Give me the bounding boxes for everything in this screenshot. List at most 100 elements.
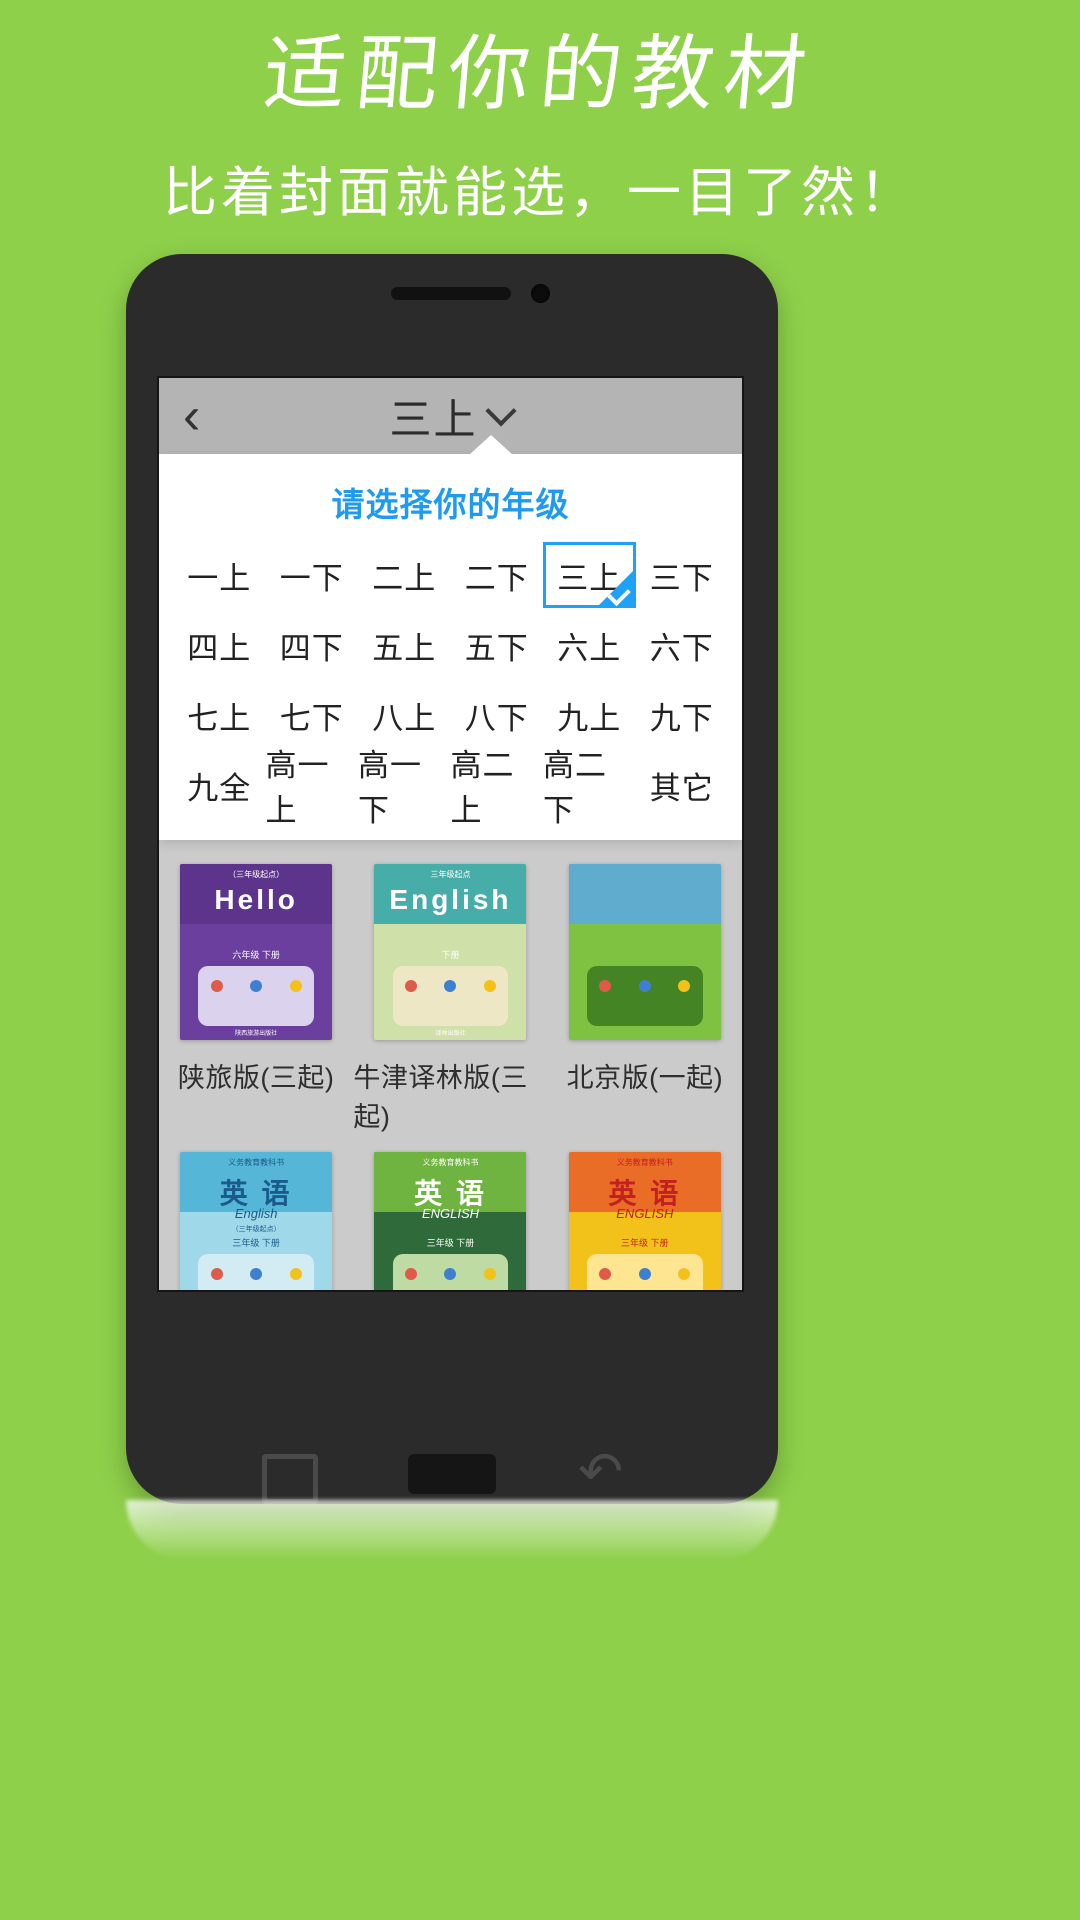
- grade-cell-六上[interactable]: 六上: [543, 612, 636, 678]
- textbook-label: 北京版(一起): [566, 1063, 724, 1093]
- cover-figure: [210, 980, 223, 993]
- grade-grid: 一上 一下 二上 二下 三上 三下 四上 四下 五上 五下 六上 六下 七上 七下 八上 八下 九上 九下 九全 高一…: [159, 542, 742, 828]
- grade-cell-高一下[interactable]: 高一下: [358, 748, 451, 828]
- grade-label: 九上: [557, 700, 622, 736]
- dropdown-title: 请选择你的年级: [331, 486, 570, 523]
- textbook-row: （三年级起点） Hello 六年级 下册 陕西旅游出版社 陕旅版(三起) 三年级起点 Eng…: [159, 850, 742, 1138]
- phone-reflection: [126, 1500, 778, 1560]
- phone-mockup: ‹ 三上 请选择你的年级 一上 一下 二上 二下 三上 三下 四上 四下 五上 五下 六上 六下 七上七…: [126, 254, 778, 1504]
- textbook-item[interactable]: 三年级起点 English 下册 译林出版社 牛津译林版(三起): [353, 850, 547, 1138]
- grade-cell-九上[interactable]: 九上: [543, 682, 636, 748]
- grade-cell-高二下[interactable]: 高二下: [543, 748, 636, 828]
- cover-publisher-text: 译林出版社: [435, 1031, 466, 1037]
- page-title: 三上: [389, 395, 478, 443]
- grade-cell-二下[interactable]: 二下: [451, 542, 544, 608]
- cover-figure: [638, 1268, 651, 1281]
- book-cover-image[interactable]: 三年级起点 English 下册 译林出版社: [374, 864, 527, 1040]
- cover-figure: [483, 980, 496, 993]
- textbook-label: 陕旅版(三起): [177, 1063, 335, 1093]
- cover-series-text: 义务教育教科书: [422, 1158, 479, 1167]
- book-cover-image[interactable]: [568, 864, 721, 1040]
- grade-cell-五上[interactable]: 五上: [358, 612, 451, 678]
- cover-subtitle-text: English: [234, 1206, 278, 1221]
- grade-cell-五下[interactable]: 五下: [451, 612, 544, 678]
- grade-cell-一下[interactable]: 一下: [266, 542, 359, 608]
- grade-cell-三上[interactable]: 三上: [543, 542, 636, 608]
- grade-label: 高二下: [543, 748, 607, 828]
- cover-figure: [404, 1268, 417, 1281]
- cover-series-text: 义务教育教科书: [616, 1158, 673, 1167]
- cover-grade-text: 六年级 下册: [232, 950, 280, 960]
- book-cover-image[interactable]: 义务教育教科书英 语English（三年级起点）三年级 下册陕西旅游出版社: [180, 1152, 333, 1290]
- grade-label: 二下: [464, 560, 529, 596]
- cover-top-band: [568, 864, 721, 924]
- system-back-icon[interactable]: ↶: [578, 1445, 623, 1499]
- grade-cell-二上[interactable]: 二上: [358, 542, 451, 608]
- grade-cell-四下[interactable]: 四下: [266, 612, 359, 678]
- textbook-item[interactable]: 北京版(一起): [548, 850, 742, 1138]
- cover-figure: [483, 1268, 496, 1281]
- grade-cell-八上[interactable]: 八上: [358, 682, 451, 748]
- grade-cell-一上[interactable]: 一上: [173, 542, 266, 608]
- textbook-item[interactable]: （三年级起点） Hello 六年级 下册 陕西旅游出版社 陕旅版(三起): [159, 850, 353, 1138]
- textbook-item[interactable]: 义务教育教科书英 语English（三年级起点）三年级 下册陕西旅游出版社陕旅版…: [159, 1138, 353, 1290]
- grade-label: 一下: [279, 560, 344, 596]
- cover-title-text: English: [389, 884, 512, 915]
- cover-figure: [210, 1268, 223, 1281]
- grade-label: 高一下: [358, 748, 422, 828]
- textbook-item[interactable]: 义务教育教科书英 语ENGLISH三年级 下册北京出版社北京版(一起): [548, 1138, 742, 1290]
- grade-dropdown-panel: 请选择你的年级 一上 一下 二上 二下 三上 三下四上 四下 五上 五下 六上 六下七上 七下 八上 八下…: [159, 435, 742, 840]
- grade-label: 三下: [649, 560, 714, 596]
- grade-label: 五上: [372, 630, 437, 666]
- grade-label: 九全: [187, 770, 252, 806]
- book-cover-image[interactable]: （三年级起点） Hello 六年级 下册 陕西旅游出版社: [180, 864, 333, 1040]
- promo-subtitle: 比着封面就能选，一目了然！: [163, 163, 917, 224]
- cover-subtitle-text: ENGLISH: [616, 1206, 674, 1221]
- grade-label: 二上: [372, 560, 437, 596]
- grade-cell-八下[interactable]: 八下: [451, 682, 544, 748]
- cover-figure: [289, 1268, 302, 1281]
- grade-cell-七上[interactable]: 七上: [173, 682, 266, 748]
- cover-series-text: （三年级起点）: [228, 870, 285, 879]
- cover-publisher-text: 陕西旅游出版社: [235, 1031, 278, 1037]
- home-pill-icon[interactable]: [408, 1454, 496, 1494]
- grade-cell-三下[interactable]: 三下: [636, 542, 729, 608]
- grade-cell-六下[interactable]: 六下: [636, 612, 729, 678]
- cover-subtitle-text: ENGLISH: [421, 1206, 480, 1221]
- cover-illustration: [392, 966, 509, 1026]
- grade-cell-其它[interactable]: 其它: [636, 752, 729, 818]
- grade-label: 八下: [464, 700, 529, 736]
- phone-top-bezel: [126, 254, 778, 340]
- cover-figure: [638, 980, 651, 993]
- grade-label: 七下: [279, 700, 344, 736]
- app-header: ‹ 三上: [159, 378, 742, 454]
- phone-screen: ‹ 三上 请选择你的年级 一上 一下 二上 二下 三上 三下 四上 四下 五上 五下 六上 六下 七上七…: [157, 376, 744, 1292]
- grade-label: 七上: [187, 700, 252, 736]
- textbook-row: 义务教育教科书英 语English（三年级起点）三年级 下册陕西旅游出版社陕旅版…: [159, 1138, 742, 1290]
- header-title-dropdown[interactable]: 三上: [159, 378, 742, 454]
- textbook-list: （三年级起点） Hello 六年级 下册 陕西旅游出版社 陕旅版(三起) 三年级起点 Eng…: [159, 840, 742, 1290]
- grade-label: 高一上: [265, 748, 330, 828]
- promo-title: 适配你的教材: [259, 27, 821, 122]
- cover-figure: [289, 980, 302, 993]
- cover-series-text: 义务教育教科书: [228, 1158, 285, 1167]
- cover-note-text: （三年级起点）: [231, 1226, 281, 1233]
- grade-label: 六上: [557, 630, 622, 666]
- grade-cell-七下[interactable]: 七下: [266, 682, 359, 748]
- grade-cell-九全[interactable]: 九全: [173, 752, 266, 818]
- grade-cell-高一上[interactable]: 高一上: [266, 748, 359, 828]
- grade-label: 其它: [649, 770, 714, 806]
- textbook-item[interactable]: 义务教育教科书英 语ENGLISH三年级 下册译林出版社牛津译林版(三起): [353, 1138, 547, 1290]
- grade-cell-九下[interactable]: 九下: [636, 682, 729, 748]
- textbook-label: 牛津译林版(三起): [353, 1063, 528, 1132]
- recent-apps-icon[interactable]: [251, 1448, 318, 1504]
- cover-grade-text: 下册: [441, 950, 460, 960]
- book-cover-image[interactable]: 义务教育教科书英 语ENGLISH三年级 下册北京出版社: [568, 1152, 721, 1290]
- cover-grade-text: 三年级 下册: [232, 1238, 280, 1248]
- grade-cell-高二上[interactable]: 高二上: [451, 748, 544, 828]
- book-cover-image[interactable]: 义务教育教科书英 语ENGLISH三年级 下册译林出版社: [374, 1152, 527, 1290]
- phone-bottom-bezel: ↶: [126, 1294, 778, 1504]
- cover-figure: [404, 980, 417, 993]
- grade-cell-四上[interactable]: 四上: [173, 612, 266, 678]
- grade-label: 四上: [187, 630, 252, 666]
